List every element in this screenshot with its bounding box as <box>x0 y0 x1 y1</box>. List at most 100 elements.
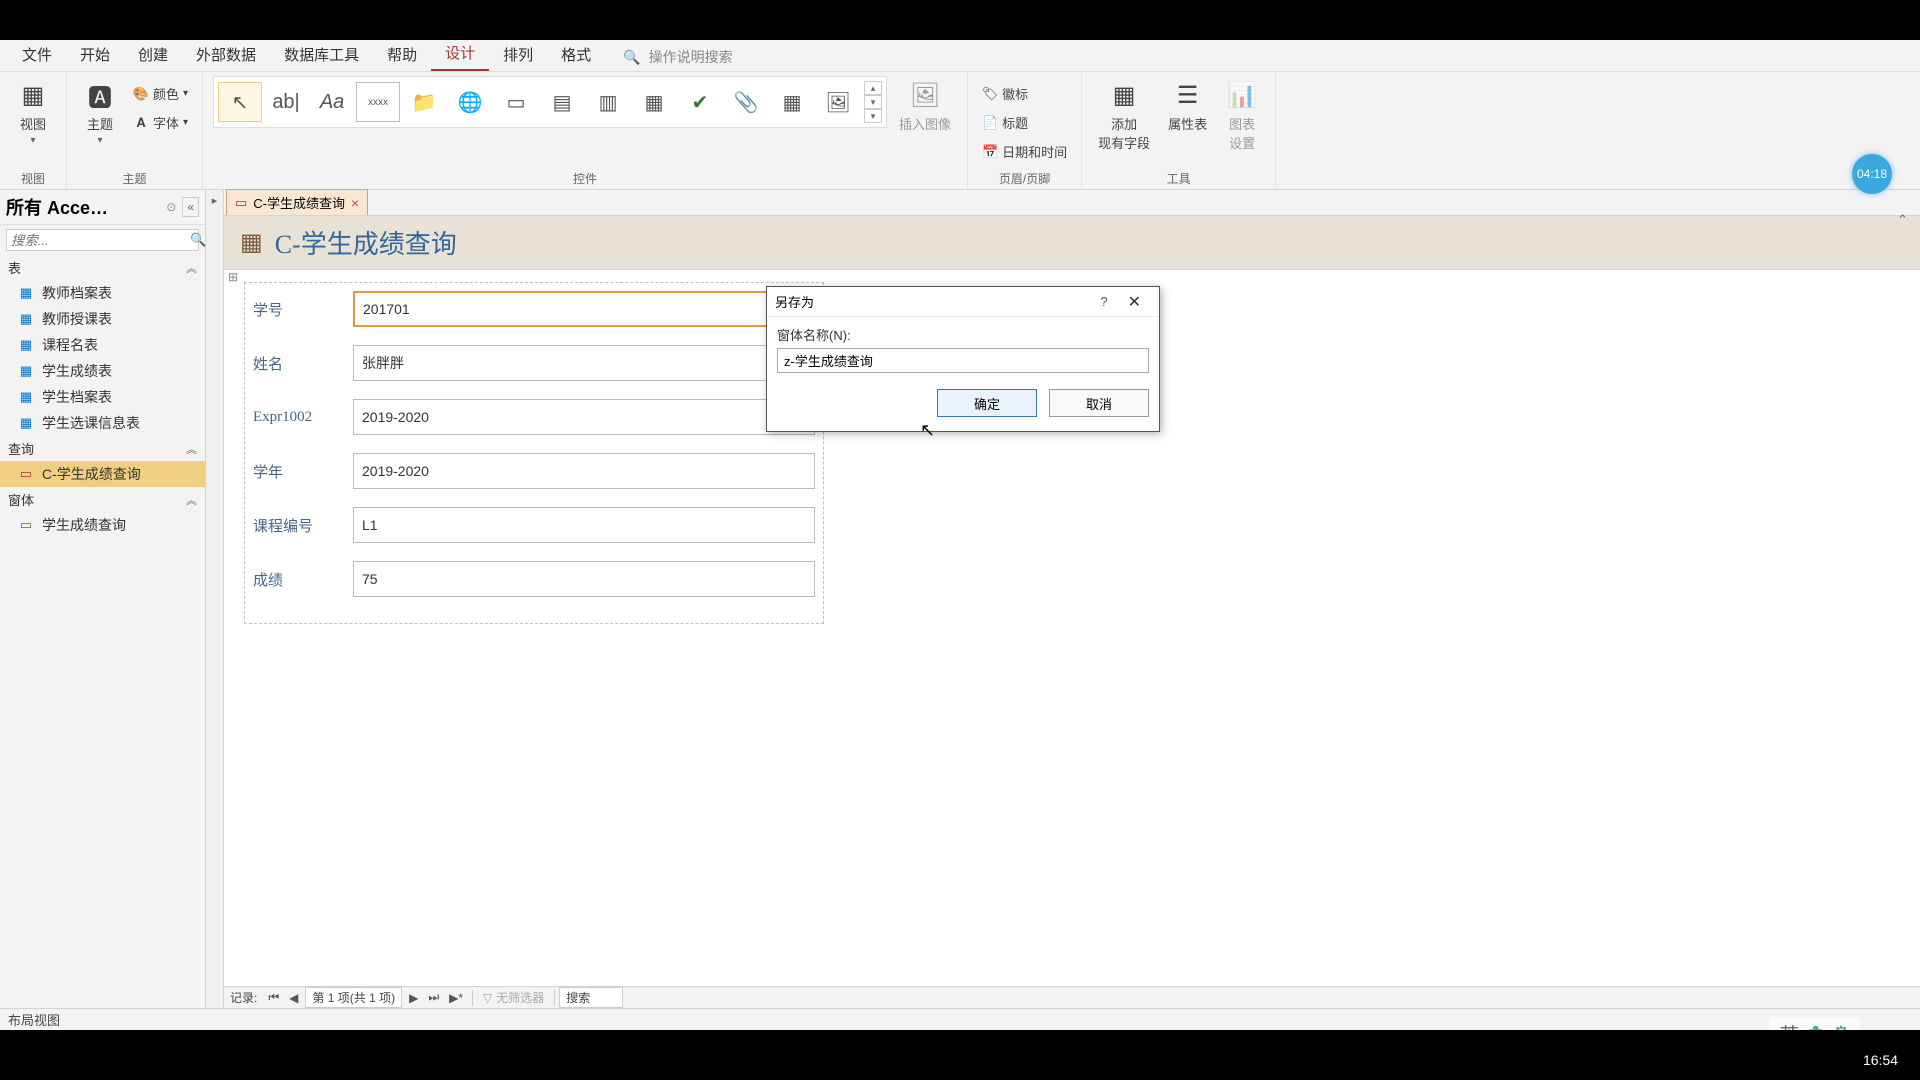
nav-query-item[interactable]: ▭C-学生成绩查询 <box>0 461 205 487</box>
control-label-icon[interactable]: Aa <box>310 82 354 122</box>
logo-button[interactable]: 🏷徽标 <box>978 82 1071 105</box>
nav-title-caret-icon[interactable]: ⊙ <box>166 200 176 214</box>
title-label-btn: 标题 <box>1002 113 1028 132</box>
nav-group-forms-label: 窗体 <box>8 490 34 509</box>
tell-me-search[interactable]: 🔍 操作说明搜索 <box>623 43 732 71</box>
doc-tab[interactable]: ▭ C-学生成绩查询 × <box>226 189 368 215</box>
gallery-down-icon[interactable]: ▾ <box>864 95 882 109</box>
nav-group-forms-header[interactable]: 窗体 ︽ <box>0 487 205 512</box>
view-button[interactable]: ▦ 视图 ▾ <box>10 76 56 148</box>
nav-item-label: 学生选课信息表 <box>42 413 140 433</box>
control-hyperlink-icon[interactable]: 🌐 <box>448 82 492 122</box>
tab-format[interactable]: 格式 <box>547 38 605 71</box>
shutter-bar[interactable]: ▸ <box>206 190 224 1008</box>
control-pointer-icon[interactable]: ↖ <box>218 82 262 122</box>
form-row: 学年 2019-2020 <box>253 453 815 489</box>
control-listbox-icon[interactable]: ▥ <box>586 82 630 122</box>
datetime-button[interactable]: 📅日期和时间 <box>978 140 1071 163</box>
search-icon: 🔍 <box>190 232 206 248</box>
prev-record-button[interactable]: ◀ <box>284 991 303 1005</box>
chart-icon: 📊 <box>1225 78 1259 112</box>
colors-button[interactable]: 🎨 颜色 ▾ <box>129 82 192 105</box>
colors-label: 颜色 <box>153 84 179 103</box>
last-record-button[interactable]: ⏭ <box>423 990 444 1005</box>
tab-create[interactable]: 创建 <box>124 38 182 71</box>
record-counter[interactable]: 第 1 项(共 1 项) <box>305 987 402 1008</box>
control-button-icon[interactable]: xxxx <box>356 82 400 122</box>
control-textbox-icon[interactable]: ab| <box>264 82 308 122</box>
next-record-button[interactable]: ▶ <box>404 991 423 1005</box>
dialog-help-button[interactable]: ? <box>1090 294 1117 309</box>
control-attachment-icon[interactable]: 📎 <box>724 82 768 122</box>
table-icon: ▦ <box>18 389 34 405</box>
tell-me-placeholder: 操作说明搜索 <box>649 47 733 67</box>
logo-icon: 🏷 <box>982 86 998 102</box>
control-navigation-icon[interactable]: ▭ <box>494 82 538 122</box>
fonts-button[interactable]: 𝐀 字体 ▾ <box>129 111 192 134</box>
logo-label: 徽标 <box>1002 84 1028 103</box>
field-label: 学年 <box>253 461 339 482</box>
gallery-more-icon[interactable]: ▾ <box>864 109 882 123</box>
record-search[interactable]: 搜索 <box>559 987 623 1008</box>
field-value[interactable]: 张胖胖 <box>353 345 815 381</box>
nav-group-tables-label: 表 <box>8 258 21 277</box>
property-sheet-button[interactable]: ☰ 属性表 <box>1162 76 1213 135</box>
new-record-button[interactable]: ▶* <box>444 991 468 1005</box>
dropdown-caret-icon: ▾ <box>183 117 188 128</box>
control-tab-icon[interactable]: 📁 <box>402 82 446 122</box>
form-name-input[interactable] <box>777 348 1149 373</box>
first-record-button[interactable]: ⏮ <box>263 990 284 1005</box>
nav-table-item[interactable]: ▦学生选课信息表 <box>0 410 205 436</box>
gallery-scroll[interactable]: ▴ ▾ ▾ <box>864 81 882 123</box>
nav-search-input[interactable] <box>11 233 190 248</box>
tab-arrange[interactable]: 排列 <box>489 38 547 71</box>
nav-search[interactable]: 🔍 <box>6 229 199 251</box>
add-field-button[interactable]: ▦ 添加 现有字段 <box>1092 76 1156 154</box>
nav-table-item[interactable]: ▦教师档案表 <box>0 280 205 306</box>
field-value[interactable]: L1 <box>353 507 815 543</box>
ok-button[interactable]: 确定 <box>937 389 1037 417</box>
nav-table-item[interactable]: ▦教师授课表 <box>0 306 205 332</box>
control-combo-icon[interactable]: ▤ <box>540 82 584 122</box>
nav-group-queries-header[interactable]: 查询 ︽ <box>0 436 205 461</box>
close-tab-button[interactable]: × <box>351 195 359 211</box>
dialog-close-button[interactable]: ✕ <box>1118 292 1151 312</box>
control-chart-icon[interactable]: ▦ <box>770 82 814 122</box>
nav-title[interactable]: 所有 Acce… <box>6 194 166 220</box>
control-checkbox-icon[interactable]: ✔ <box>678 82 722 122</box>
add-field-label: 添加 现有字段 <box>1098 114 1150 152</box>
tab-external[interactable]: 外部数据 <box>182 38 270 71</box>
nav-group-tables-header[interactable]: 表 ︽ <box>0 255 205 280</box>
add-field-icon: ▦ <box>1107 78 1141 112</box>
tab-dbtools[interactable]: 数据库工具 <box>270 38 373 71</box>
tab-help[interactable]: 帮助 <box>373 38 431 71</box>
group-view-label: 视图 <box>10 168 56 189</box>
controls-gallery[interactable]: ↖ ab| Aa xxxx 📁 🌐 ▭ ▤ ▥ ▦ ✔ 📎 ▦ 🖼 ▴ <box>213 76 887 128</box>
control-subform-icon[interactable]: ▦ <box>632 82 676 122</box>
nav-table-item[interactable]: ▦课程名表 <box>0 332 205 358</box>
themes-button[interactable]: 🅰 主题 ▾ <box>77 76 123 148</box>
nav-form-item[interactable]: ▭学生成绩查询 <box>0 512 205 538</box>
nav-collapse-button[interactable]: « <box>182 197 199 217</box>
nav-table-item[interactable]: ▦学生档案表 <box>0 384 205 410</box>
tab-home[interactable]: 开始 <box>66 38 124 71</box>
section-selector-icon[interactable]: ⊞ <box>228 270 238 284</box>
dropdown-caret-icon: ▾ <box>97 135 102 146</box>
field-value[interactable]: 2019-2020 <box>353 453 815 489</box>
form-title: C-学生成绩查询 <box>275 224 457 261</box>
field-value[interactable]: 2019-2020 <box>353 399 815 435</box>
title-button[interactable]: 📄标题 <box>978 111 1071 134</box>
field-value[interactable]: 75 <box>353 561 815 597</box>
taskbar-clock: 16:54 <box>1863 1052 1898 1068</box>
collapse-ribbon-button[interactable]: ⌃ <box>1897 212 1908 228</box>
nav-table-item[interactable]: ▦学生成绩表 <box>0 358 205 384</box>
control-image-icon[interactable]: 🖼 <box>816 82 860 122</box>
field-value[interactable]: 201701 <box>353 291 815 327</box>
group-controls: ↖ ab| Aa xxxx 📁 🌐 ▭ ▤ ▥ ▦ ✔ 📎 ▦ 🖼 ▴ <box>203 72 968 189</box>
gallery-up-icon[interactable]: ▴ <box>864 81 882 95</box>
group-header-label: 页眉/页脚 <box>978 168 1071 189</box>
tab-file[interactable]: 文件 <box>8 38 66 71</box>
tab-design[interactable]: 设计 <box>431 36 489 71</box>
filter-icon: ▽ <box>483 991 492 1005</box>
cancel-button[interactable]: 取消 <box>1049 389 1149 417</box>
